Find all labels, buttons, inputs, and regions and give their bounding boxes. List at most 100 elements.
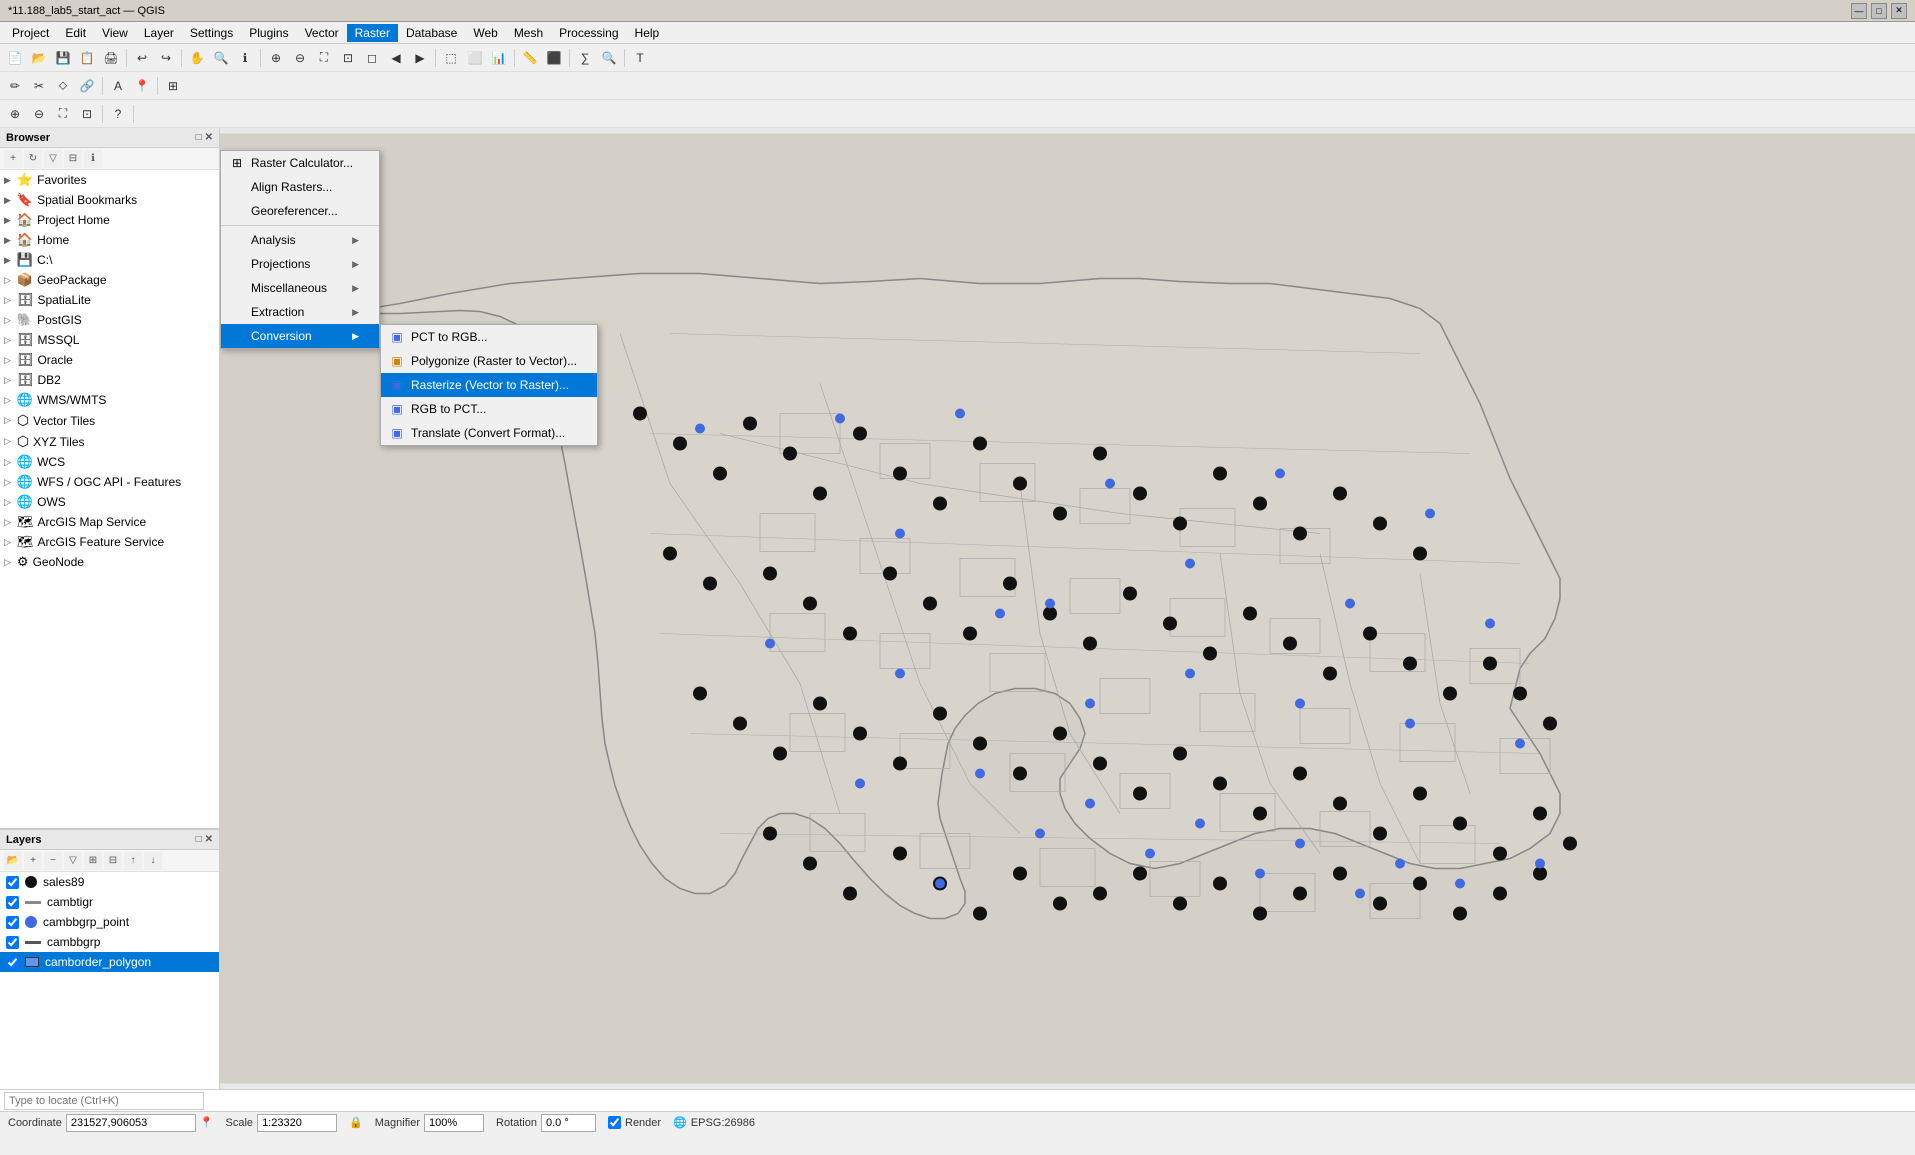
layers-down-btn[interactable]: ↓ (144, 852, 162, 870)
browser-item-vector-tiles[interactable]: ▷ ⬡ Vector Tiles (0, 410, 219, 431)
browser-item-ows[interactable]: ▷ 🌐 OWS (0, 492, 219, 512)
digitize-btn[interactable]: ✏ (4, 75, 26, 97)
layers-add-btn[interactable]: + (24, 852, 42, 870)
search-btn[interactable]: 🔍 (598, 47, 620, 69)
open-project-btn[interactable]: 📂 (28, 47, 50, 69)
menu-plugins[interactable]: Plugins (241, 24, 296, 42)
browser-item-wfs[interactable]: ▷ 🌐 WFS / OGC API - Features (0, 472, 219, 492)
layer-camborder-polygon[interactable]: camborder_polygon (0, 952, 219, 972)
coordinate-input[interactable] (66, 1114, 196, 1132)
layer-sales89-checkbox[interactable] (6, 876, 19, 889)
layers-up-btn[interactable]: ↑ (124, 852, 142, 870)
new-project-btn[interactable]: 📄 (4, 47, 26, 69)
pin-label-btn[interactable]: 📍 (131, 75, 153, 97)
zoom-full-2-btn[interactable]: ⛶ (52, 103, 74, 125)
map-area[interactable]: ⊞ Raster Calculator... Align Rasters... … (220, 128, 1915, 1089)
layers-expand-icon[interactable]: □ (196, 834, 202, 845)
layer-cambbgrp-point[interactable]: cambbgrp_point (0, 912, 219, 932)
save-as-btn[interactable]: 📋 (76, 47, 98, 69)
zoom-in-2-btn[interactable]: ⊕ (4, 103, 26, 125)
layers-close-icon[interactable]: ✕ (205, 834, 213, 845)
menu-web[interactable]: Web (465, 24, 505, 42)
browser-item-arcgis-map[interactable]: ▷ 🗺 ArcGIS Map Service (0, 512, 219, 532)
zoom-selection-btn[interactable]: ◻ (361, 47, 383, 69)
magnifier-input[interactable] (424, 1114, 484, 1132)
menu-edit[interactable]: Edit (57, 24, 94, 42)
layers-collapse-all-btn[interactable]: ⊟ (104, 852, 122, 870)
browser-item-spatialite[interactable]: ▷ 🗄 SpatiaLite (0, 290, 219, 310)
browser-close-icon[interactable]: ✕ (205, 132, 213, 143)
layer-sales89[interactable]: sales89 (0, 872, 219, 892)
save-project-btn[interactable]: 💾 (52, 47, 74, 69)
analysis-item[interactable]: Analysis ▶ (221, 228, 379, 252)
close-button[interactable]: ✕ (1891, 3, 1907, 19)
menu-database[interactable]: Database (398, 24, 465, 42)
text-btn[interactable]: T (629, 47, 651, 69)
layer-cambtigr[interactable]: cambtigr (0, 892, 219, 912)
browser-item-spatial-bookmarks[interactable]: ▶ 🔖 Spatial Bookmarks (0, 190, 219, 210)
miscellaneous-item[interactable]: Miscellaneous ▶ (221, 276, 379, 300)
browser-item-home[interactable]: ▶ 🏠 Home (0, 230, 219, 250)
attribute-table-btn[interactable]: 📊 (488, 47, 510, 69)
browser-item-xyz-tiles[interactable]: ▷ ⬡ XYZ Tiles (0, 431, 219, 452)
browser-item-arcgis-feature[interactable]: ▷ 🗺 ArcGIS Feature Service (0, 532, 219, 552)
snap-btn[interactable]: 🔗 (76, 75, 98, 97)
browser-add-btn[interactable]: + (4, 150, 22, 168)
measure-area-btn[interactable]: ⬛ (543, 47, 565, 69)
browser-item-postgis[interactable]: ▷ 🐘 PostGIS (0, 310, 219, 330)
browser-item-project-home[interactable]: ▶ 🏠 Project Home (0, 210, 219, 230)
zoom-out-2-btn[interactable]: ⊖ (28, 103, 50, 125)
browser-item-c-drive[interactable]: ▶ 💾 C:\ (0, 250, 219, 270)
menu-help[interactable]: Help (627, 24, 668, 42)
layer-cambbgrp-point-checkbox[interactable] (6, 916, 19, 929)
browser-item-db2[interactable]: ▷ 🗄 DB2 (0, 370, 219, 390)
browser-refresh-btn[interactable]: ↻ (24, 150, 42, 168)
browser-item-geonode[interactable]: ▷ ⚙ GeoNode (0, 552, 219, 572)
raster-calculator-item[interactable]: ⊞ Raster Calculator... (221, 151, 379, 175)
browser-expand-icon[interactable]: □ (196, 132, 202, 143)
deselect-btn[interactable]: ⬜ (464, 47, 486, 69)
browser-properties-btn[interactable]: ℹ (84, 150, 102, 168)
align-rasters-item[interactable]: Align Rasters... (221, 175, 379, 199)
prev-extent-btn[interactable]: ◀ (385, 47, 407, 69)
redo-btn[interactable]: ↪ (155, 47, 177, 69)
layers-open-btn[interactable]: 📂 (4, 852, 22, 870)
browser-item-wms-wmts[interactable]: ▷ 🌐 WMS/WMTS (0, 390, 219, 410)
browser-item-geopackage[interactable]: ▷ 📦 GeoPackage (0, 270, 219, 290)
zoom-btn[interactable]: 🔍 (210, 47, 232, 69)
browser-item-mssql[interactable]: ▷ 🗄 MSSQL (0, 330, 219, 350)
rgb-to-pct-item[interactable]: ▣ RGB to PCT... (381, 397, 597, 421)
layer-cambbgrp-checkbox[interactable] (6, 936, 19, 949)
scale-input[interactable] (257, 1114, 337, 1132)
translate-item[interactable]: ▣ Translate (Convert Format)... (381, 421, 597, 445)
render-checkbox[interactable] (608, 1116, 621, 1129)
browser-item-wcs[interactable]: ▷ 🌐 WCS (0, 452, 219, 472)
help-btn[interactable]: ? (107, 103, 129, 125)
browser-item-favorites[interactable]: ▶ ⭐ Favorites (0, 170, 219, 190)
label-btn[interactable]: A (107, 75, 129, 97)
zoom-full-btn[interactable]: ⛶ (313, 47, 335, 69)
minimize-button[interactable]: — (1851, 3, 1867, 19)
zoom-layer-2-btn[interactable]: ⊡ (76, 103, 98, 125)
menu-view[interactable]: View (94, 24, 136, 42)
georef-btn[interactable]: ⊞ (162, 75, 184, 97)
projections-item[interactable]: Projections ▶ (221, 252, 379, 276)
polygonize-item[interactable]: ▣ Polygonize (Raster to Vector)... (381, 349, 597, 373)
layers-filter-btn[interactable]: ▽ (64, 852, 82, 870)
menu-settings[interactable]: Settings (182, 24, 241, 42)
layers-remove-btn[interactable]: − (44, 852, 62, 870)
layer-camborder-checkbox[interactable] (6, 956, 19, 969)
menu-layer[interactable]: Layer (136, 24, 182, 42)
undo-btn[interactable]: ↩ (131, 47, 153, 69)
stats-btn[interactable]: ∑ (574, 47, 596, 69)
print-btn[interactable]: 🖨 (100, 47, 122, 69)
locate-input[interactable] (4, 1092, 204, 1110)
rotation-input[interactable] (541, 1114, 596, 1132)
identify-btn[interactable]: ℹ (234, 47, 256, 69)
next-extent-btn[interactable]: ▶ (409, 47, 431, 69)
edit-btn[interactable]: ✂ (28, 75, 50, 97)
conversion-item[interactable]: Conversion ▶ (221, 324, 379, 348)
layer-cambtigr-checkbox[interactable] (6, 896, 19, 909)
georeferencer-item[interactable]: Georeferencer... (221, 199, 379, 223)
layer-cambbgrp[interactable]: cambbgrp (0, 932, 219, 952)
